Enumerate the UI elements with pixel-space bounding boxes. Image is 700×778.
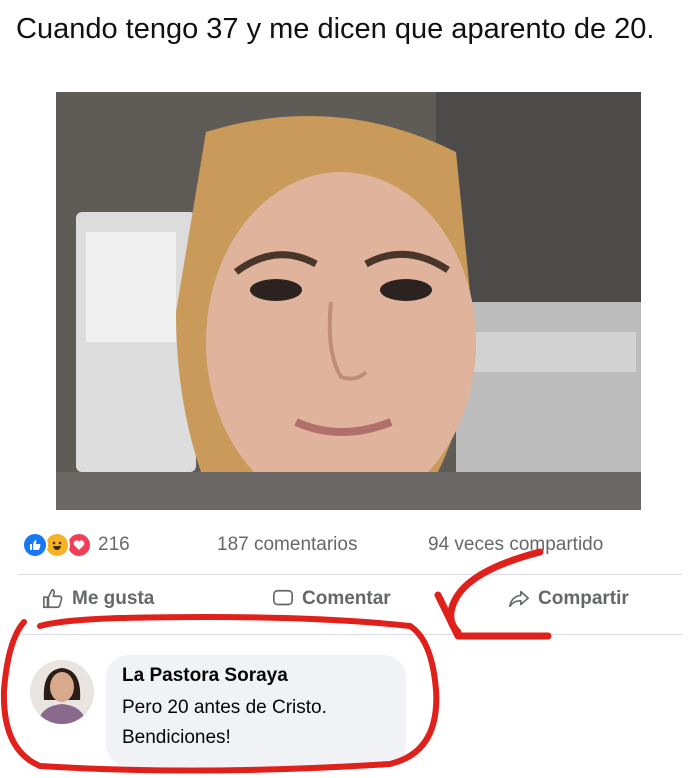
post-stats-bar: 216 187 comentarios 94 veces compartido [22, 532, 682, 562]
comments-count-link[interactable]: 187 comentarios [217, 534, 357, 556]
comment-icon [273, 589, 293, 606]
avatar-portrait [30, 660, 94, 724]
reaction-count: 216 [98, 534, 130, 555]
shares-count-link[interactable]: 94 veces compartido [428, 534, 603, 556]
like-label: Me gusta [72, 588, 155, 609]
comment-text: Pero 20 antes de Cristo. Bendiciones! [122, 693, 402, 753]
thumbs-up-icon [43, 589, 63, 609]
divider [18, 634, 682, 635]
share-label: Compartir [538, 588, 629, 609]
comment-line: Pero 20 antes de Cristo. [122, 697, 327, 718]
post-action-bar: Me gusta Comentar Compartir [30, 588, 680, 622]
post-photo[interactable] [56, 92, 641, 510]
share-button[interactable]: Compartir [508, 588, 629, 610]
selfie-illustration [56, 92, 641, 510]
comment-line: Bendiciones! [122, 727, 231, 748]
like-icon [22, 532, 48, 558]
reactions-summary[interactable]: 216 [22, 532, 130, 558]
share-arrow-icon [509, 590, 529, 608]
comment-author[interactable]: La Pastora Soraya [122, 665, 288, 687]
comment-label: Comentar [302, 588, 391, 609]
meme-caption: Cuando tengo 37 y me dicen que aparento … [16, 13, 655, 45]
divider [18, 574, 682, 575]
like-button[interactable]: Me gusta [42, 588, 154, 610]
commenter-avatar[interactable] [30, 660, 94, 724]
comment-button[interactable]: Comentar [272, 588, 391, 610]
comment-bubble: La Pastora Soraya Pero 20 antes de Crist… [106, 655, 406, 767]
